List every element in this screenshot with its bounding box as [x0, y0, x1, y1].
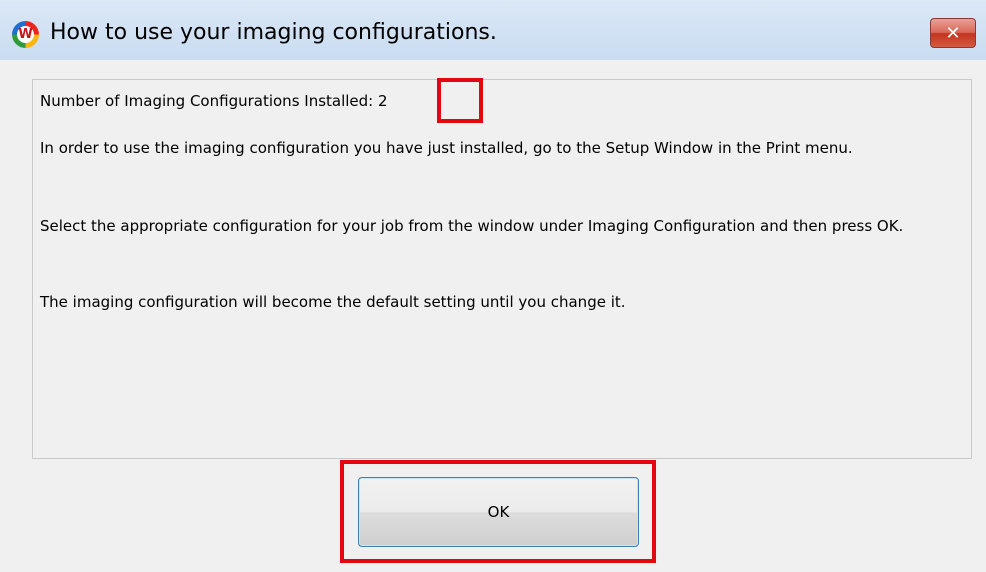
instruction-paragraph-default: The imaging configuration will become th…: [40, 293, 626, 311]
close-button[interactable]: ✕: [930, 18, 976, 48]
configurations-count-value: 2: [378, 92, 388, 110]
message-panel: [32, 79, 972, 459]
configurations-count-line: Number of Imaging Configurations Install…: [40, 90, 960, 112]
instruction-paragraph-select: Select the appropriate configuration for…: [40, 217, 904, 235]
instruction-paragraph-setup: In order to use the imaging configuratio…: [40, 139, 853, 157]
configurations-count-label: Number of Imaging Configurations Install…: [40, 92, 374, 110]
app-logo-letter: W: [17, 26, 34, 43]
app-logo-icon: W: [12, 21, 39, 48]
ok-highlight-box: [340, 460, 656, 563]
title-bar[interactable]: W How to use your imaging configurations…: [0, 0, 986, 60]
count-highlight-box: [437, 78, 483, 123]
dialog-window: W How to use your imaging configurations…: [0, 0, 986, 572]
window-title: How to use your imaging configurations.: [50, 20, 497, 45]
close-icon: ✕: [945, 22, 961, 44]
